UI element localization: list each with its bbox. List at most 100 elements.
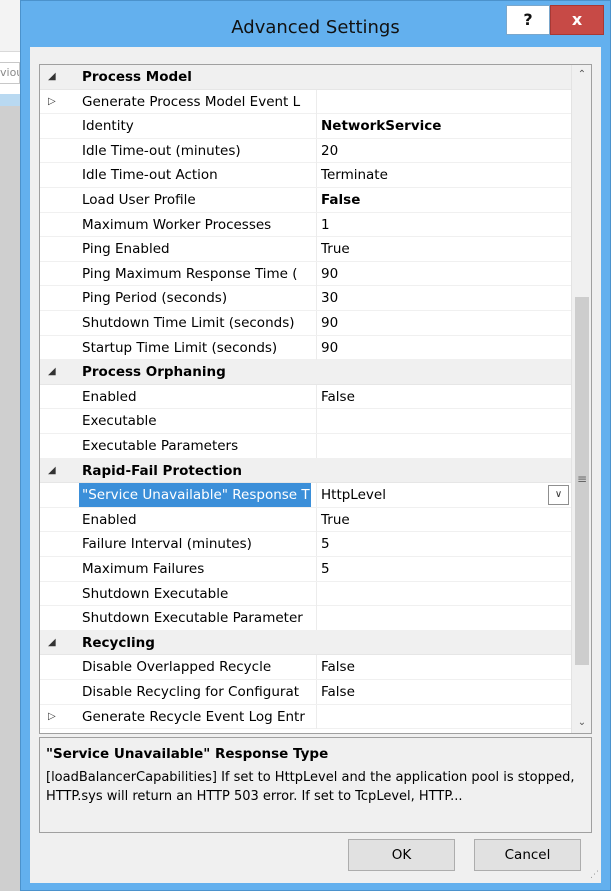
property-name: Executable (82, 413, 157, 430)
property-value[interactable]: 20 (316, 138, 571, 163)
property-name: Ping Maximum Response Time ( (82, 265, 298, 282)
property-row[interactable]: Enabled False (40, 384, 571, 410)
expand-icon[interactable]: ▷ (48, 705, 68, 729)
scrollbar-thumb[interactable]: ≡ (575, 297, 589, 665)
property-value[interactable]: False (316, 188, 571, 212)
property-value[interactable]: True (316, 507, 571, 532)
category-row[interactable]: ◢ Recycling (40, 630, 571, 656)
property-value[interactable]: 90 (316, 261, 571, 286)
property-value[interactable] (316, 581, 571, 606)
property-row[interactable]: Idle Time-out (minutes) 20 (40, 138, 571, 164)
scroll-up-icon[interactable]: ⌃ (572, 65, 591, 85)
property-row[interactable]: Maximum Worker Processes 1 (40, 212, 571, 238)
property-name: Idle Time-out (minutes) (82, 142, 241, 159)
property-value[interactable] (316, 704, 571, 729)
property-name: Shutdown Executable (82, 585, 229, 602)
property-name: Enabled (82, 388, 137, 405)
background-window: viou (0, 0, 20, 891)
property-row[interactable]: ▷ Generate Recycle Event Log Entr (40, 704, 571, 730)
expand-icon[interactable]: ▷ (48, 90, 68, 114)
property-row[interactable]: Ping Period (seconds) 30 (40, 286, 571, 311)
property-row[interactable]: Identity NetworkService (40, 114, 571, 139)
property-value[interactable]: 1 (316, 212, 571, 237)
background-window-body (0, 106, 20, 891)
collapse-icon[interactable]: ◢ (48, 459, 68, 483)
property-row[interactable]: Startup Time Limit (seconds) 90 (40, 335, 571, 361)
category-row[interactable]: ◢ Process Model (40, 65, 571, 90)
category-label: Process Model (82, 69, 192, 85)
category-label: Recycling (82, 634, 155, 651)
property-row[interactable]: Load User Profile False (40, 188, 571, 213)
property-name: Shutdown Executable Parameter (82, 610, 303, 627)
property-value[interactable]: False (316, 384, 571, 409)
property-name: Load User Profile (82, 192, 196, 208)
description-panel: "Service Unavailable" Response Type [loa… (39, 737, 592, 833)
property-value[interactable] (316, 409, 571, 434)
property-value[interactable]: 30 (316, 286, 571, 311)
property-name: Identity (82, 118, 134, 135)
collapse-icon[interactable]: ◢ (48, 360, 68, 384)
property-row[interactable]: Idle Time-out Action Terminate (40, 163, 571, 188)
property-name: Disable Overlapped Recycle (82, 659, 272, 676)
property-name: Enabled (82, 511, 137, 528)
property-row[interactable]: Maximum Failures 5 (40, 557, 571, 582)
property-name: Executable Parameters (82, 438, 239, 454)
vertical-scrollbar[interactable]: ⌃ ≡ ⌄ (571, 65, 591, 733)
property-value[interactable] (316, 434, 571, 458)
property-value[interactable]: True (316, 237, 571, 262)
property-row[interactable]: Shutdown Executable Parameter (40, 606, 571, 631)
property-row[interactable]: Ping Enabled True (40, 237, 571, 262)
property-value[interactable]: 90 (316, 335, 571, 360)
background-previous-button[interactable]: viou (0, 62, 20, 84)
cancel-button[interactable]: Cancel (474, 839, 581, 871)
property-value[interactable] (316, 606, 571, 631)
property-row[interactable]: Disable Recycling for Configurat False (40, 680, 571, 705)
collapse-icon[interactable]: ◢ (48, 65, 68, 89)
property-row[interactable]: Failure Interval (minutes) 5 (40, 532, 571, 557)
scroll-down-icon[interactable]: ⌄ (572, 713, 591, 733)
property-value[interactable]: 5 (316, 557, 571, 581)
property-value[interactable]: False (316, 655, 571, 680)
property-row[interactable]: "Service Unavailable" Response T HttpLeve… (40, 483, 571, 508)
dialog-titlebar[interactable]: Advanced Settings ? x (21, 1, 610, 47)
background-selection-band (0, 94, 20, 106)
collapse-icon[interactable]: ◢ (48, 631, 68, 655)
property-row[interactable]: Shutdown Time Limit (seconds) 90 (40, 311, 571, 336)
close-icon: x (571, 10, 583, 29)
property-value[interactable]: False (316, 680, 571, 704)
chevron-down-icon[interactable]: ∨ (548, 485, 569, 506)
property-value[interactable]: Terminate (316, 163, 571, 188)
property-name: Startup Time Limit (seconds) (82, 339, 278, 356)
description-text: [loadBalancerCapabilities] If set to Htt… (46, 770, 575, 804)
property-name: Generate Recycle Event Log Entr (82, 708, 305, 725)
help-button[interactable]: ? (506, 5, 550, 35)
dialog-client-area: ◢ Process Model ▷ Generate Process Model Ev… (30, 47, 601, 883)
property-row[interactable]: Disable Overlapped Recycle False (40, 655, 571, 680)
background-previous-label: viou (0, 66, 19, 79)
property-value[interactable]: NetworkService (316, 114, 571, 139)
property-name: Idle Time-out Action (82, 167, 218, 184)
property-row[interactable]: Executable (40, 409, 571, 434)
resize-grip-icon[interactable]: ⋰ (587, 869, 599, 881)
category-row[interactable]: ◢ Process Orphaning (40, 360, 571, 385)
property-row[interactable]: ▷ Generate Process Model Event L (40, 89, 571, 115)
close-button[interactable]: x (550, 5, 604, 35)
category-label: Rapid-Fail Protection (82, 462, 242, 479)
property-name: Ping Enabled (82, 241, 170, 258)
category-row[interactable]: ◢ Rapid-Fail Protection (40, 458, 571, 484)
property-value[interactable]: HttpLevel (316, 483, 571, 508)
property-value[interactable]: 90 (316, 311, 571, 335)
category-label: Process Orphaning (82, 364, 226, 381)
property-row[interactable]: Enabled True (40, 507, 571, 533)
property-row[interactable]: Ping Maximum Response Time ( 90 (40, 261, 571, 287)
scrollbar-grip-icon: ≡ (576, 472, 588, 486)
property-row[interactable]: Executable Parameters (40, 434, 571, 459)
property-value[interactable]: 5 (316, 532, 571, 557)
property-name: Disable Recycling for Configurat (82, 684, 300, 700)
property-grid[interactable]: ◢ Process Model ▷ Generate Process Model Ev… (39, 64, 592, 734)
property-value[interactable] (316, 89, 571, 114)
property-name: Maximum Worker Processes (82, 216, 272, 233)
ok-button[interactable]: OK (348, 839, 455, 871)
property-row[interactable]: Shutdown Executable (40, 581, 571, 607)
property-name: Generate Process Model Event L (82, 93, 301, 110)
